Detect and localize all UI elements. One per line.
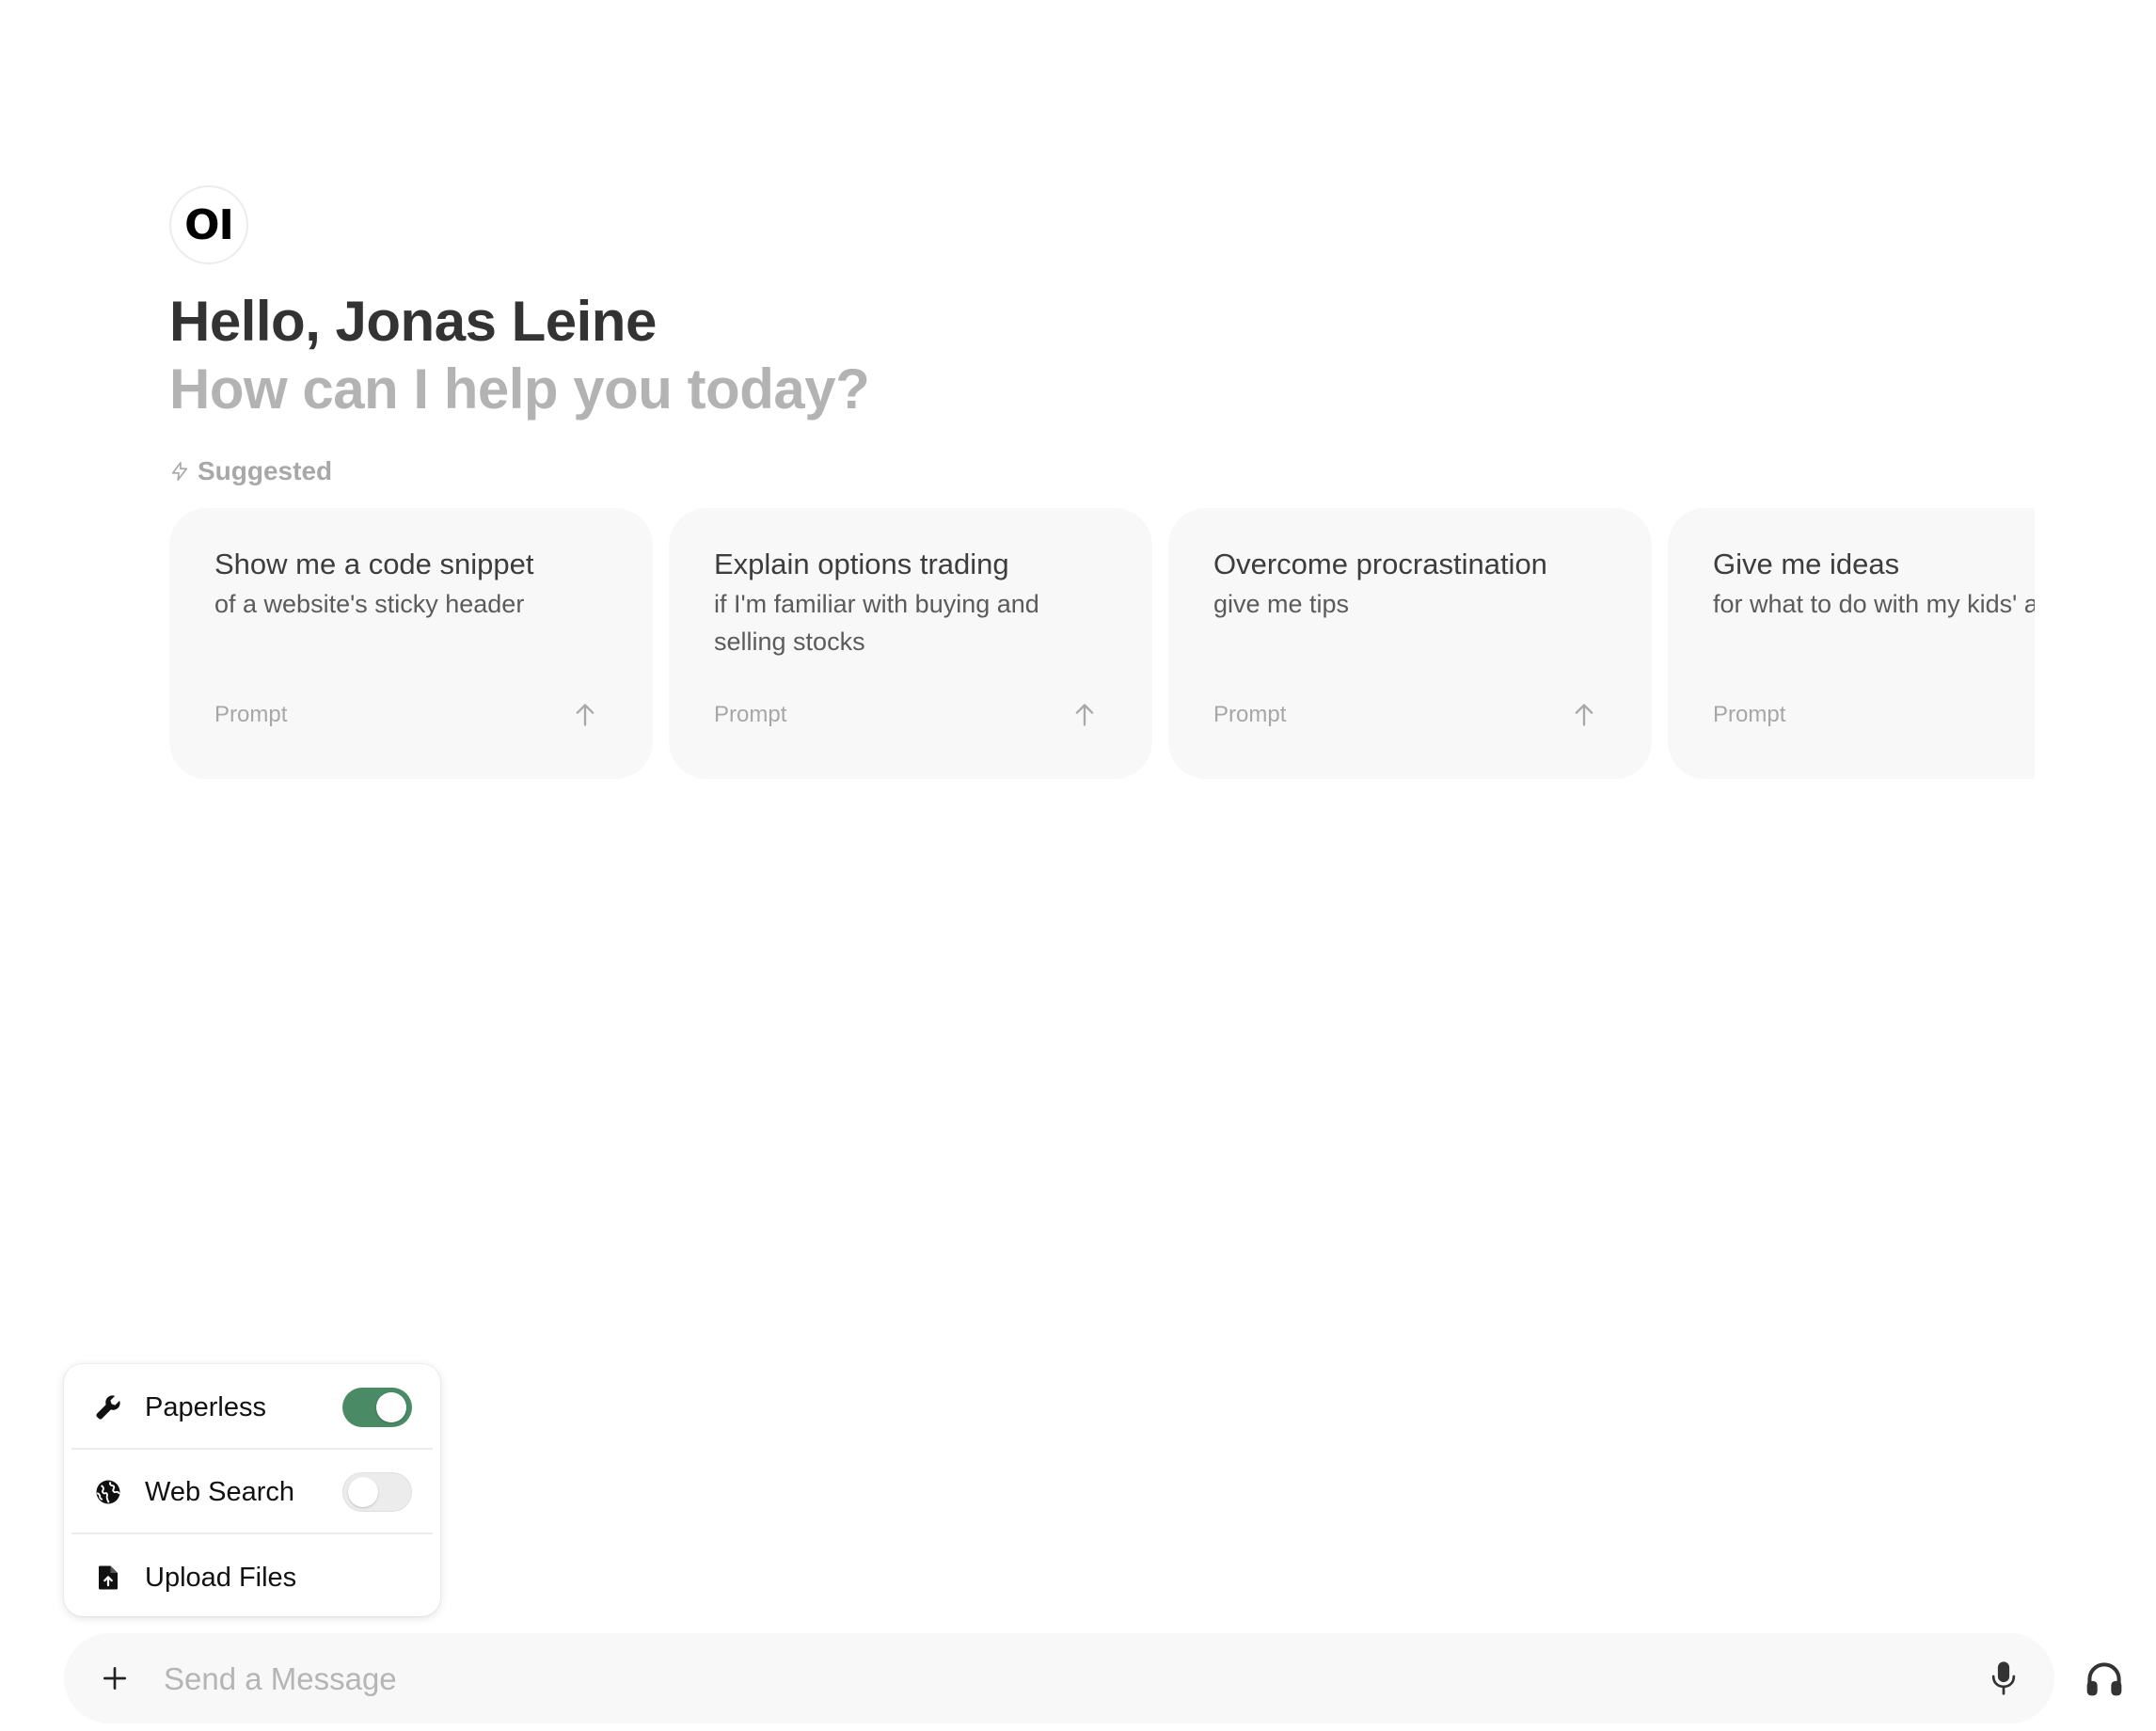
- suggestion-cards: Show me a code snippet of a website's st…: [169, 508, 2035, 781]
- suggestion-card[interactable]: Overcome procrastination give me tips Pr…: [1168, 508, 1652, 779]
- card-title: Overcome procrastination: [1213, 548, 1547, 580]
- bolt-icon: [171, 462, 188, 481]
- greeting-title: Hello, Jonas Leine: [169, 290, 657, 353]
- card-subtitle: if I'm familiar with buying and selling …: [714, 590, 1039, 656]
- card-prompt-label: Prompt: [1713, 702, 1786, 727]
- app-logo: OI: [169, 185, 248, 264]
- tool-item-web-search[interactable]: Web Search: [71, 1452, 433, 1534]
- file-upload-icon: [99, 1565, 118, 1590]
- voice-input-button[interactable]: [1985, 1660, 2022, 1697]
- toggle-knob: [376, 1392, 406, 1422]
- card-title: Give me ideas: [1713, 548, 1900, 580]
- toggle-knob: [348, 1477, 378, 1507]
- arrow-up-icon[interactable]: [1571, 702, 1597, 728]
- message-input[interactable]: [162, 1650, 1934, 1708]
- card-subtitle: of a website's sticky header: [214, 590, 525, 618]
- suggested-label: Suggested: [198, 456, 333, 485]
- microphone-icon: [1991, 1661, 2016, 1695]
- tools-menu: Paperless Web Search Upload Files: [64, 1364, 440, 1616]
- card-subtitle: for what to do with my kids' art: [1713, 590, 2035, 618]
- tool-item-upload-files[interactable]: Upload Files: [71, 1536, 433, 1619]
- globe-icon: [96, 1480, 120, 1504]
- tool-item-paperless[interactable]: Paperless: [71, 1367, 433, 1450]
- plus-icon: [103, 1667, 126, 1690]
- suggestion-card[interactable]: Give me ideas for what to do with my kid…: [1668, 508, 2035, 779]
- suggestion-card[interactable]: Show me a code snippet of a website's st…: [169, 508, 653, 779]
- card-title: Show me a code snippet: [214, 548, 534, 580]
- card-prompt-label: Prompt: [214, 702, 288, 727]
- voice-mode-button[interactable]: [2081, 1656, 2128, 1703]
- card-title: Explain options trading: [714, 548, 1009, 580]
- add-button[interactable]: [94, 1658, 135, 1699]
- tool-label: Paperless: [145, 1391, 266, 1422]
- logo-text: OI: [184, 200, 234, 249]
- arrow-up-icon[interactable]: [572, 702, 598, 728]
- suggested-header: Suggested: [169, 456, 332, 486]
- card-prompt-label: Prompt: [714, 702, 787, 727]
- greeting-subtitle: How can I help you today?: [169, 357, 870, 421]
- paperless-toggle[interactable]: [342, 1388, 412, 1427]
- wrench-icon: [96, 1395, 120, 1420]
- message-composer: [64, 1633, 2054, 1723]
- headphones-icon: [2086, 1662, 2122, 1696]
- chat-home: OI Hello, Jonas Leine How can I help you…: [0, 0, 2156, 1731]
- card-subtitle: give me tips: [1213, 590, 1350, 618]
- arrow-up-icon[interactable]: [1071, 702, 1098, 728]
- tool-label: Upload Files: [145, 1562, 297, 1593]
- web-search-toggle[interactable]: [342, 1472, 412, 1512]
- tool-label: Web Search: [145, 1476, 295, 1507]
- suggestion-card[interactable]: Explain options trading if I'm familiar …: [669, 508, 1152, 779]
- card-prompt-label: Prompt: [1213, 702, 1287, 727]
